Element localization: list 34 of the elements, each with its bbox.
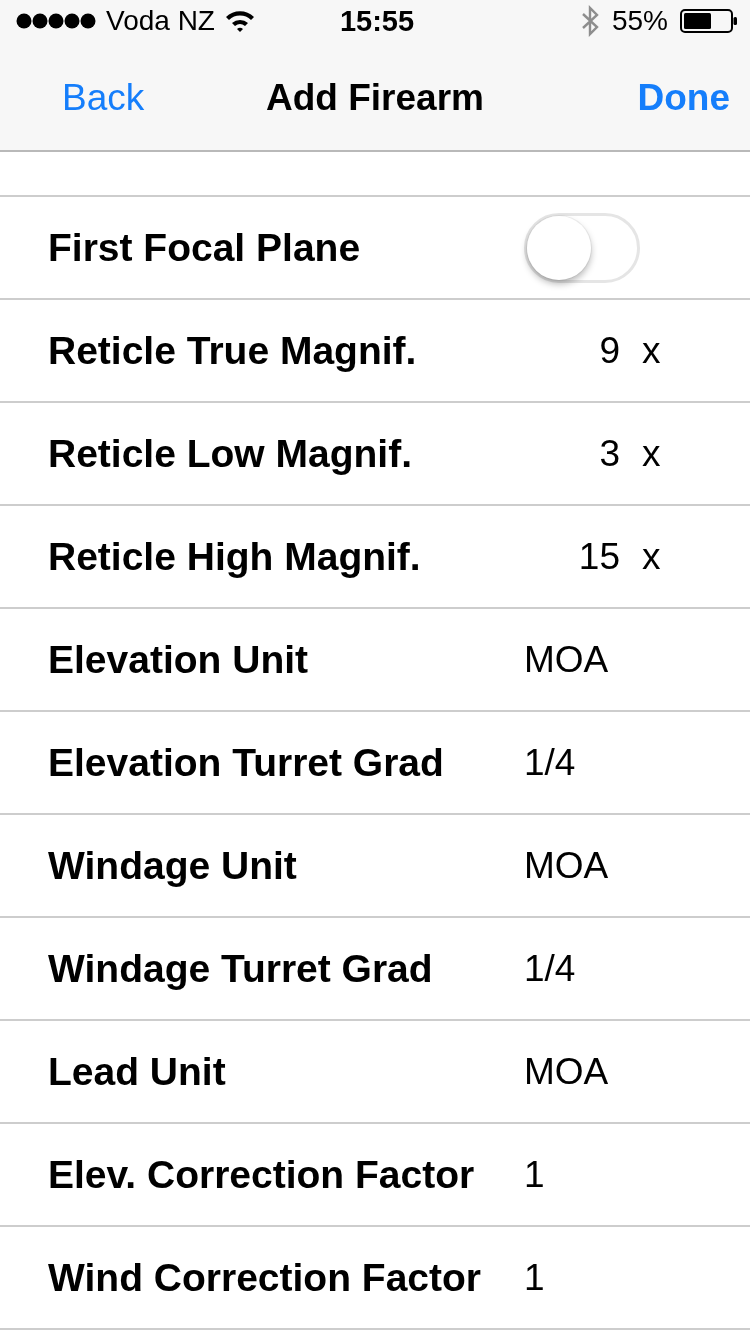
done-button[interactable]: Done <box>637 76 730 120</box>
row-value: 9 <box>598 328 620 373</box>
back-button[interactable]: Back <box>62 76 145 120</box>
row-label: Elevation Unit <box>48 636 310 683</box>
status-time: 15:55 <box>339 4 415 38</box>
row-label: Reticle True Magnif. <box>48 327 418 374</box>
row-label: Elev. Correction Factor <box>48 1151 476 1198</box>
toggle-switch[interactable] <box>524 212 640 283</box>
row-value: 1 <box>524 1255 545 1300</box>
row-value: 15 <box>577 534 620 579</box>
row-label: Reticle High Magnif. <box>48 533 422 580</box>
carrier-name: Voda NZ <box>106 4 215 38</box>
row-value: MOA <box>524 843 609 888</box>
battery-icon <box>680 9 738 33</box>
row-label: Lead Unit <box>48 1048 227 1095</box>
signal-strength-icon <box>16 13 96 29</box>
unit-label: x <box>642 328 661 373</box>
row-label: First Focal Plane <box>48 224 362 271</box>
unit-label: x <box>642 534 661 579</box>
row-label: Reticle Low Magnif. <box>48 430 414 477</box>
wifi-icon <box>224 10 255 32</box>
row-label: Elevation Turret Grad <box>48 739 445 786</box>
row-label: Wind Correction Factor <box>48 1254 482 1301</box>
row-value: MOA <box>524 1049 609 1094</box>
row-value: 1/4 <box>524 946 576 991</box>
row-value: 1/4 <box>524 740 576 785</box>
unit-label: x <box>642 431 661 476</box>
row-label: Windage Turret Grad <box>48 945 434 992</box>
row-value: 3 <box>598 431 620 476</box>
row-label: Windage Unit <box>48 842 298 889</box>
battery-percentage: 55% <box>611 4 668 38</box>
row-value: 1 <box>524 1152 545 1197</box>
row-value: MOA <box>524 637 609 682</box>
navigation-title: Add Firearm <box>266 76 484 120</box>
